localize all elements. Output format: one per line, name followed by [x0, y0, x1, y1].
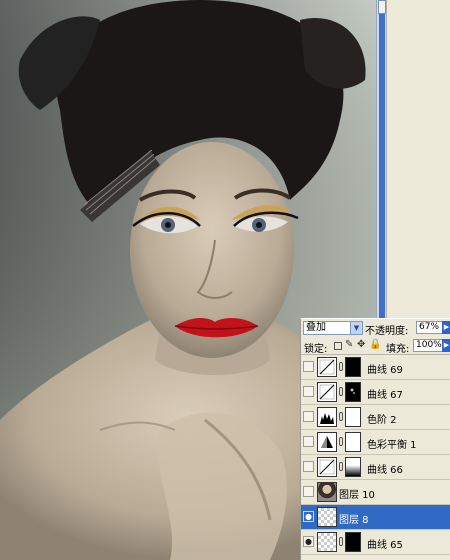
- layer-name: 图层 10: [339, 490, 375, 501]
- opacity-label: 不透明度:: [365, 326, 409, 337]
- levels-icon: [317, 407, 337, 427]
- visibility-toggle-empty[interactable]: [303, 361, 314, 372]
- layer-row[interactable]: 色阶 2: [301, 405, 450, 430]
- layer-row[interactable]: 图层 10: [301, 480, 450, 505]
- opacity-value: 67%: [419, 322, 440, 332]
- layer-transparent-thumbnail: [317, 532, 337, 552]
- lock-transparency-icon[interactable]: [334, 342, 342, 350]
- layer-name: 曲线 65: [367, 540, 403, 551]
- layer-name: 色彩平衡 1: [367, 440, 417, 451]
- layers-panel: 叠加 ▼ 不透明度: 67% ▶ 锁定: ✎ ✥ 🔒 填充: 100% ▶ 曲线…: [300, 318, 450, 560]
- lock-brush-icon[interactable]: ✎: [345, 340, 353, 350]
- layer-mask-thumbnail[interactable]: [345, 382, 361, 402]
- layer-row[interactable]: 曲线 67: [301, 380, 450, 405]
- chevron-down-icon[interactable]: ▼: [350, 322, 362, 334]
- layer-row[interactable]: 色彩平衡 1: [301, 430, 450, 455]
- curves-icon: [317, 357, 337, 377]
- layer-mask-thumbnail[interactable]: [345, 407, 361, 427]
- link-icon[interactable]: [339, 387, 343, 396]
- layer-row-selected[interactable]: ● 图层 8: [301, 505, 450, 530]
- layer-row[interactable]: 曲线 66: [301, 455, 450, 480]
- side-panel-background: [386, 0, 450, 318]
- visibility-toggle-empty[interactable]: [303, 411, 314, 422]
- color-balance-icon: [317, 432, 337, 452]
- fill-value: 100%: [416, 340, 442, 350]
- fill-label: 填充:: [386, 344, 410, 355]
- layer-name: 曲线 67: [367, 390, 403, 401]
- layer-name: 曲线 66: [367, 465, 403, 476]
- blend-options-row: 叠加 ▼ 不透明度: 67% ▶: [301, 319, 450, 337]
- layer-row[interactable]: 曲线 69: [301, 355, 450, 380]
- lock-label: 锁定:: [304, 344, 328, 355]
- layer-mask-thumbnail[interactable]: [345, 532, 361, 552]
- visibility-toggle-empty[interactable]: [303, 486, 314, 497]
- layer-name: 曲线 69: [367, 365, 403, 376]
- link-icon[interactable]: [339, 462, 343, 471]
- blend-mode-select[interactable]: 叠加 ▼: [303, 321, 363, 335]
- lock-all-icon[interactable]: 🔒: [369, 340, 381, 350]
- layer-mask-thumbnail[interactable]: [345, 432, 361, 452]
- eye-icon[interactable]: ●: [303, 511, 314, 522]
- lock-fill-row: 锁定: ✎ ✥ 🔒 填充: 100% ▶: [301, 338, 450, 355]
- layer-transparent-thumbnail: [317, 507, 337, 527]
- visibility-toggle-empty[interactable]: [303, 386, 314, 397]
- blend-mode-value: 叠加: [306, 322, 326, 333]
- fill-slider-arrow-icon[interactable]: ▶: [442, 339, 450, 352]
- layer-mask-thumbnail[interactable]: [345, 357, 361, 377]
- opacity-slider-arrow-icon[interactable]: ▶: [442, 321, 450, 334]
- link-icon[interactable]: [339, 362, 343, 371]
- link-icon[interactable]: [339, 412, 343, 421]
- lock-move-icon[interactable]: ✥: [357, 340, 365, 350]
- opacity-input[interactable]: 67%: [416, 321, 443, 334]
- visibility-toggle-empty[interactable]: [303, 461, 314, 472]
- visibility-toggle-empty[interactable]: [303, 436, 314, 447]
- curves-icon: [317, 457, 337, 477]
- scrollbar-track[interactable]: [379, 0, 385, 318]
- eye-icon[interactable]: ●: [303, 536, 314, 547]
- link-icon[interactable]: [339, 537, 343, 546]
- layer-name: 色阶 2: [367, 415, 397, 426]
- layer-name: 图层 8: [339, 515, 369, 526]
- fill-input[interactable]: 100%: [413, 339, 443, 352]
- link-icon[interactable]: [339, 437, 343, 446]
- layer-photo-thumbnail: [317, 482, 337, 502]
- curves-icon: [317, 382, 337, 402]
- layer-row[interactable]: ● 曲线 65: [301, 530, 450, 555]
- layer-mask-thumbnail[interactable]: [345, 457, 361, 477]
- scrollbar-thumb[interactable]: [378, 0, 386, 14]
